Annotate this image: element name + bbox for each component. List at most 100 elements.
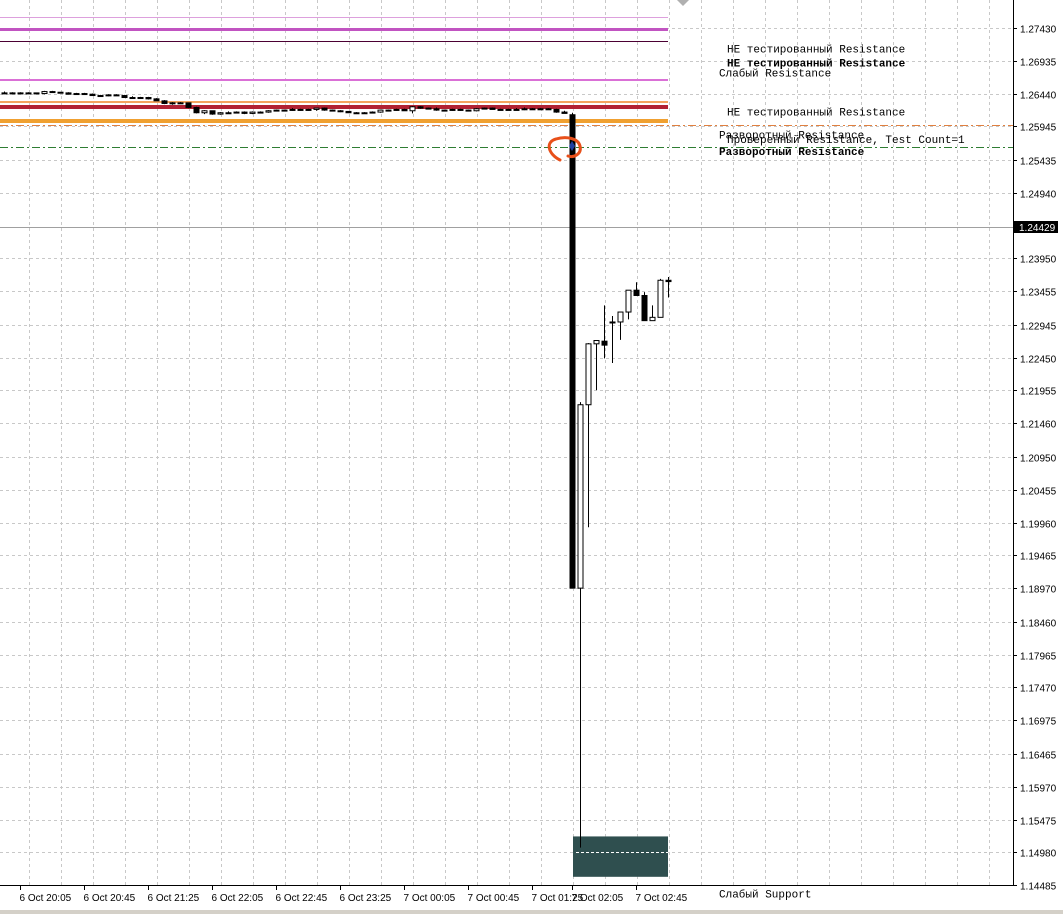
- time-axis[interactable]: 6 Oct 20:05 6 Oct 20:45 6 Oct 21:25 6 Oct 2…: [20, 885, 688, 904]
- time-tick-label: 7 Oct 00:05: [404, 893, 456, 904]
- candle-bear: [489, 107, 496, 110]
- candle-bull: [97, 95, 104, 98]
- candle-bull: [625, 289, 632, 313]
- candle-bear: [57, 91, 64, 94]
- candle-bear: [65, 92, 72, 95]
- level-annotation: Слабый Resistance: [719, 67, 831, 80]
- candle-bull: [73, 93, 80, 96]
- candle-bull: [617, 311, 624, 323]
- level-annotation: Проверенный Resistance, Test Count=1: [727, 135, 965, 147]
- candle-bear: [153, 98, 160, 102]
- time-tick-label: 6 Oct 21:25: [148, 893, 200, 904]
- candle-bear: [337, 110, 344, 113]
- price-tick-label: 1.23455: [1020, 288, 1057, 299]
- price-axis[interactable]: 1.27430 1.26935 1.26440 1.25945 1.25435 1.249…: [1013, 25, 1058, 893]
- price-tick-label: 1.25435: [1020, 157, 1057, 168]
- candle-bull: [521, 108, 528, 111]
- time-tick-label: 6 Oct 20:05: [20, 893, 72, 904]
- candle-bull: [409, 106, 416, 112]
- price-tick-label: 1.26440: [1020, 91, 1057, 102]
- candle-bull: [9, 92, 16, 95]
- candle-bull: [281, 109, 288, 112]
- candle-bull: [537, 108, 544, 111]
- time-tick-label: 6 Oct 23:25: [340, 893, 392, 904]
- candle-bull: [369, 111, 376, 114]
- candle-bull: [225, 112, 232, 115]
- price-tick-label: 1.18460: [1020, 619, 1057, 630]
- candle-bear: [241, 111, 248, 114]
- candle-bear: [17, 92, 24, 95]
- candle-bull: [585, 343, 592, 406]
- price-tick-label: 1.15475: [1020, 817, 1057, 828]
- candle-bear: [321, 107, 328, 111]
- candle-bear: [401, 108, 408, 112]
- price-tick-label: 1.16465: [1020, 751, 1057, 762]
- candle-bear: [297, 108, 304, 111]
- price-tick-label: 1.22450: [1020, 355, 1057, 366]
- candle-bear: [545, 108, 552, 111]
- candle-bear: [425, 107, 432, 110]
- level-annotations: НЕ тестированный Resistance НЕ тестирован…: [719, 45, 965, 902]
- time-tick-label: 6 Oct 20:45: [84, 893, 136, 904]
- candle-bear: [121, 95, 128, 99]
- candle-bull: [233, 111, 240, 114]
- price-tick-label: 1.20950: [1020, 454, 1057, 465]
- support-zone: [573, 836, 668, 877]
- candle-bull: [393, 108, 400, 111]
- time-tick-label: 6 Oct 22:05: [212, 893, 264, 904]
- price-tick-label: 1.15970: [1020, 784, 1057, 795]
- candle-bull: [305, 108, 312, 111]
- time-tick-label: 7 Oct 02:05: [572, 893, 624, 904]
- price-tick-label: 1.25945: [1020, 123, 1057, 134]
- candle-bull: [529, 108, 536, 111]
- price-chart[interactable]: НЕ тестированный Resistance НЕ тестирован…: [0, 0, 1063, 910]
- candle-bull: [473, 108, 480, 112]
- candle-bull: [361, 112, 368, 115]
- candle-bull: [593, 340, 600, 345]
- candle-bear: [641, 294, 648, 322]
- level-annotation: Разворотный Resistance: [719, 147, 865, 159]
- price-tick-label: 1.22945: [1020, 322, 1057, 333]
- candle-bull: [497, 108, 504, 111]
- candle-bull: [273, 109, 280, 112]
- candle-bull: [177, 102, 184, 105]
- candle-bear: [185, 102, 192, 108]
- candle-bull: [105, 94, 112, 97]
- price-tick-label: 1.21955: [1020, 387, 1057, 398]
- candle-bear: [193, 106, 200, 114]
- price-tick-label: 1.21460: [1020, 420, 1057, 431]
- candle-bull: [137, 97, 144, 100]
- candle-bull: [1, 92, 8, 95]
- candle-bear: [129, 97, 136, 100]
- candle-bear: [49, 91, 56, 94]
- candle-bear: [561, 111, 568, 114]
- candle-bull: [25, 92, 32, 95]
- level-annotation: НЕ тестированный Resistance: [727, 45, 905, 57]
- status-bar: [0, 910, 1063, 914]
- price-tick-label: 1.24940: [1020, 190, 1057, 201]
- candle-bull: [265, 110, 272, 113]
- time-tick-label: 7 Oct 02:45: [636, 893, 688, 904]
- current-price-label: 1.24429: [1019, 223, 1056, 234]
- candle-bear: [465, 109, 472, 112]
- candle-bull: [577, 404, 584, 589]
- price-tick-label: 1.27430: [1020, 25, 1057, 36]
- chart-shift-marker-icon[interactable]: [677, 0, 689, 6]
- candle-bear: [113, 94, 120, 97]
- candle-bull: [289, 108, 296, 111]
- candle-bull: [385, 109, 392, 112]
- level-annotation: НЕ тестированный Resistance: [727, 107, 905, 119]
- level-annotation: Слабый Support: [719, 888, 811, 901]
- time-tick-label: 7 Oct 00:45: [468, 893, 520, 904]
- candle-bear: [161, 100, 168, 104]
- candle-bear: [345, 110, 352, 114]
- candle-bear: [433, 108, 440, 111]
- candle-bear: [81, 93, 88, 96]
- candle-bull: [657, 279, 664, 318]
- candle-bear: [353, 112, 360, 115]
- price-tick-label: 1.17965: [1020, 652, 1057, 663]
- candle-bull: [41, 91, 48, 95]
- support-zone-box: [573, 836, 668, 877]
- candle-bull: [441, 109, 448, 112]
- candle-bear: [665, 279, 672, 283]
